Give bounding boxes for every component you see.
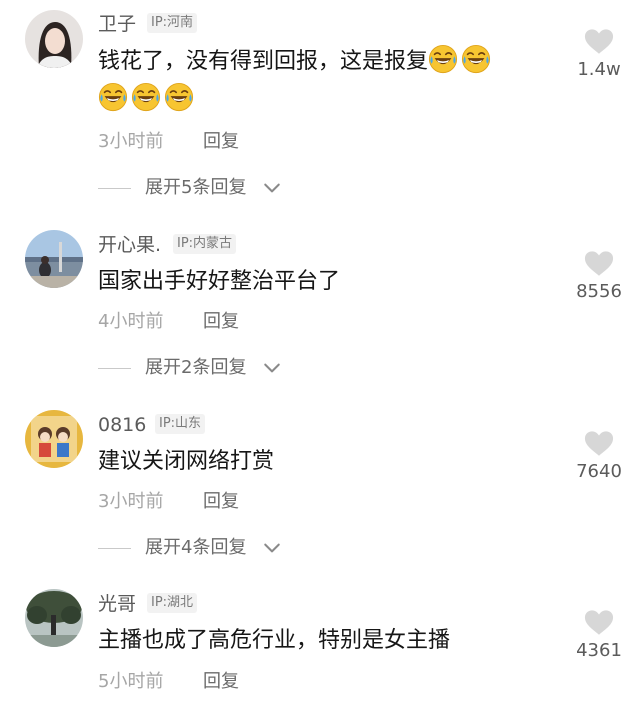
comment-text: 国家出手好好整治平台了 — [98, 269, 341, 294]
comment-body: 钱花了，没有得到回报，这是报复 — [98, 49, 429, 74]
grin-sweat-emoji — [131, 82, 161, 112]
comment-text: 建议关闭网络打赏 — [98, 449, 275, 474]
chevron-down-icon — [263, 359, 281, 377]
timestamp: 5小时前 — [98, 671, 164, 692]
ip-location-badge: IP:内蒙古 — [173, 234, 237, 254]
grin-sweat-emoji — [98, 82, 128, 112]
like-button[interactable]: 1.4w — [558, 28, 640, 81]
expand-replies-label: 展开2条回复 — [145, 357, 247, 378]
like-count: 8556 — [576, 281, 622, 302]
timestamp: 3小时前 — [98, 491, 164, 512]
heart-icon — [584, 430, 614, 457]
chevron-down-icon — [263, 179, 281, 197]
reply-button[interactable]: 回复 — [203, 490, 239, 514]
like-count: 4361 — [576, 640, 622, 661]
author-name[interactable]: 开心果. — [98, 233, 161, 257]
author-name[interactable]: 光哥 — [98, 592, 136, 616]
divider-line — [98, 368, 131, 369]
like-button[interactable]: 8556 — [558, 250, 640, 303]
like-button[interactable]: 4361 — [558, 609, 640, 662]
ip-location-badge: IP:山东 — [155, 414, 206, 434]
heart-icon — [584, 28, 614, 55]
like-count: 7640 — [576, 461, 622, 482]
grin-sweat-emoji — [428, 44, 458, 74]
divider-line — [98, 548, 131, 549]
grin-sweat-emoji — [164, 82, 194, 112]
ip-location-badge: IP:河南 — [147, 13, 198, 33]
like-count: 1.4w — [577, 59, 621, 80]
avatar[interactable] — [25, 589, 83, 647]
avatar[interactable] — [25, 230, 83, 288]
chevron-down-icon — [263, 539, 281, 557]
comment-text: 钱花了，没有得到回报，这是报复 — [98, 43, 558, 119]
ip-location-badge: IP:湖北 — [147, 593, 198, 613]
heart-icon — [584, 250, 614, 277]
reply-button[interactable]: 回复 — [203, 310, 239, 334]
avatar[interactable] — [25, 410, 83, 468]
expand-replies-label: 展开5条回复 — [145, 177, 247, 198]
avatar[interactable] — [25, 10, 83, 68]
heart-icon — [584, 609, 614, 636]
reply-button[interactable]: 回复 — [203, 130, 239, 154]
author-name[interactable]: 0816 — [98, 413, 146, 437]
divider-line — [98, 188, 131, 189]
author-name[interactable]: 卫子 — [98, 12, 136, 36]
expand-replies-label: 展开4条回复 — [145, 537, 247, 558]
timestamp: 3小时前 — [98, 131, 164, 152]
grin-sweat-emoji — [461, 44, 491, 74]
comment-text: 主播也成了高危行业，特别是女主播 — [98, 628, 451, 653]
timestamp: 4小时前 — [98, 311, 164, 332]
like-button[interactable]: 7640 — [558, 430, 640, 483]
reply-button[interactable]: 回复 — [203, 670, 239, 694]
